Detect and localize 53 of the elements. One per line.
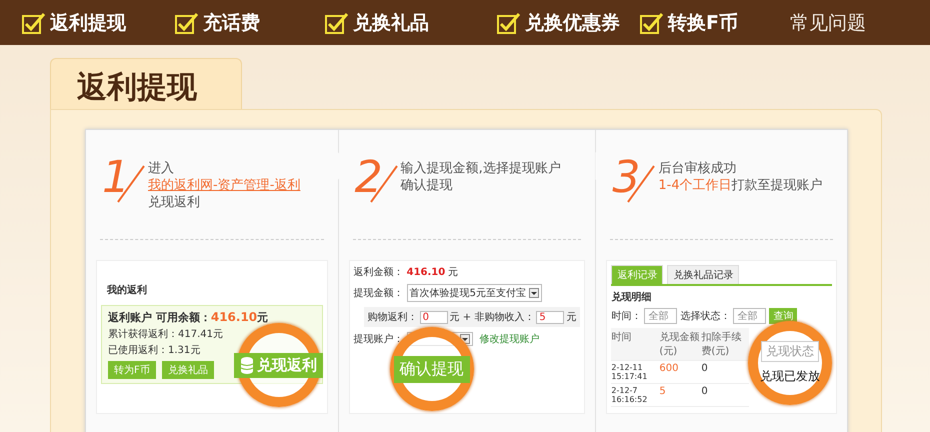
coin-stack-icon [240,356,254,374]
filter-dropdown[interactable]: 全部 [733,308,766,324]
step-text: 兑现返利 [148,194,201,211]
step-text: 输入提现金额,选择提现账户 [400,160,561,177]
column-header: 扣除手续费(元) [701,330,742,358]
amount-dropdown[interactable]: 首次体验提现5元至支付宝 [406,284,542,302]
stat-text: 累计获得返利：417.41元 [108,328,224,341]
filter-dropdown[interactable]: 全部 [644,308,678,324]
nav-link[interactable]: 充话费 [203,10,260,36]
column-header: 兑现金额(元) [659,330,700,358]
step-number: 3 [612,152,640,203]
table-cell-text: 0 [701,386,709,399]
status-text: 兑现已发放 [760,368,820,385]
column-header: 兑现状态 [761,341,819,362]
input-field[interactable]: 0 [420,310,448,324]
record-tab[interactable]: 兑换礼品记录 [667,265,740,284]
field-label: 元 + 非购物收入： [450,310,534,324]
step-text: 确认提现 [400,177,454,194]
nav-link[interactable]: 返利提现 [50,10,126,36]
nav-link[interactable]: 常见问题 [790,10,866,36]
unit-label: 元 [448,266,458,279]
table-cell-text: 2-12-7 16:16:52 [611,386,648,404]
field-label: 提现金额： [354,286,404,300]
step-link[interactable]: 我的返利网-资产管理-返利 [148,177,300,194]
table-cell-text: 600 [659,363,680,376]
stat-text: 已使用返利：1.31元 [108,344,202,357]
column-header: 时间 [611,330,632,345]
filter-label: 选择状态： [680,310,730,323]
field-label: 提现账户： [354,332,404,346]
nav-link[interactable]: 兑换礼品 [353,10,429,36]
filter-label: 时间： [611,310,642,323]
input-field[interactable]: 5 [536,310,564,324]
nav-link[interactable]: 兑换优惠券 [525,10,620,36]
step-number: 2 [354,152,383,203]
table-cell-text: 2-12-11 15:17:41 [611,363,648,381]
unit-label: 元 [566,311,576,324]
step-text: 1-4个工作日打款至提现账户 [658,177,823,194]
step-number: 1 [102,152,130,203]
balance-label: 返利账户 可用余额： [108,311,211,324]
field-label: 购物返利： [368,310,418,324]
field-label: 返利金额： [354,266,404,279]
edit-account-link[interactable]: 修改提现账户 [480,332,540,346]
section-heading: 我的返利 [107,284,148,297]
table-cell-text: 5 [659,386,667,399]
step-text: 进入 [148,160,175,177]
nav-link[interactable]: 转换F币 [668,10,738,36]
table-cell-text: 0 [701,363,709,376]
amount-value: 416.10 [406,266,446,278]
account-dropdown[interactable] [406,332,473,346]
unit-label: 元 [257,311,268,324]
balance-amount: 416.10 [210,310,258,324]
section-heading: 兑现明细 [611,290,652,304]
step-text: 后台审核成功 [658,160,738,177]
